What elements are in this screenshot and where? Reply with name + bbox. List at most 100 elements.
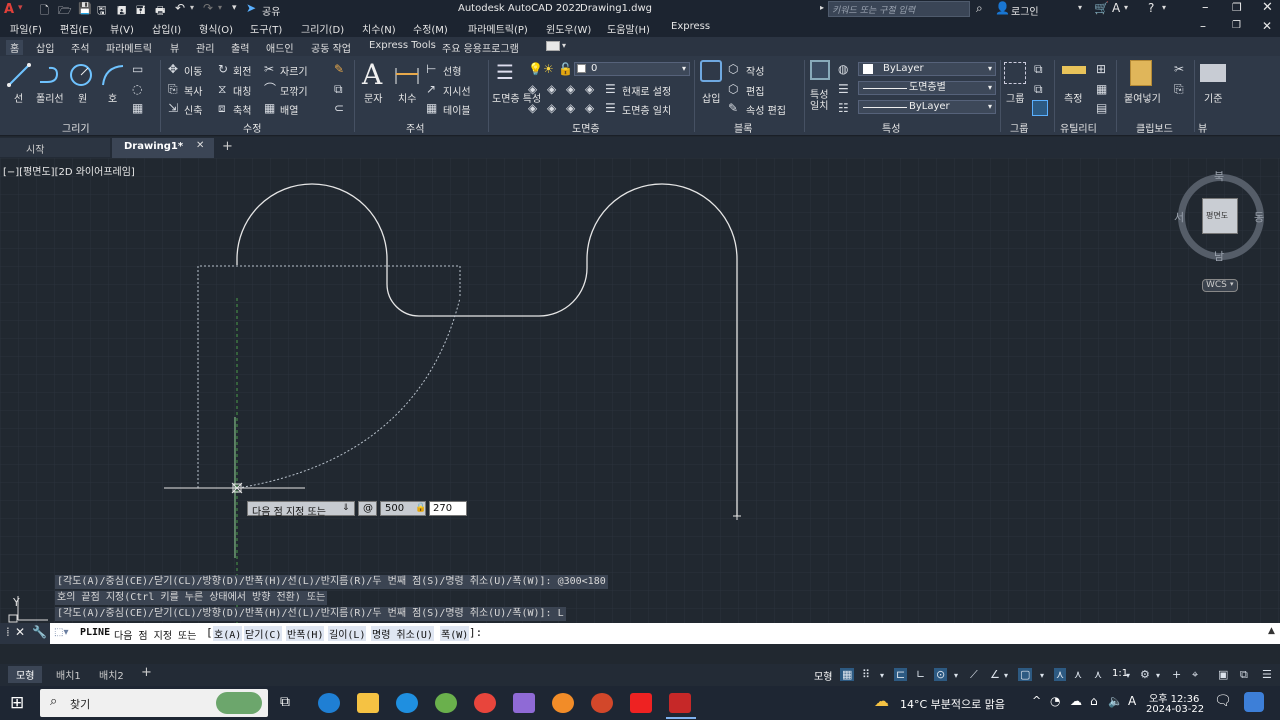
network-icon[interactable]: ⌂	[1090, 694, 1098, 708]
linear-label[interactable]: 선형	[443, 63, 461, 78]
clipboard-panel-title[interactable]: 클립보드	[1136, 120, 1173, 135]
fillet-label[interactable]: 모깎기	[280, 83, 308, 98]
menu-window[interactable]: 윈도우(W)	[546, 21, 591, 36]
polyline-label[interactable]: 폴리선	[36, 90, 64, 105]
tab-insert[interactable]: 삽입	[36, 40, 54, 55]
ortho-icon[interactable]: ∟	[916, 668, 925, 681]
tab-addins[interactable]: 애드인	[266, 40, 294, 55]
menu-parametric[interactable]: 파라메트릭(P)	[468, 21, 528, 36]
tab-view[interactable]: 뷰	[170, 40, 179, 55]
autocad-taskbar-icon[interactable]	[669, 693, 691, 713]
tray-app-icon[interactable]: ◔	[1050, 694, 1060, 708]
clock-time[interactable]: 오후 12:36	[1149, 690, 1199, 705]
layer-unisolate-icon[interactable]: ◈	[528, 102, 537, 114]
ime-label[interactable]: A	[1128, 694, 1136, 708]
tab-collaborate[interactable]: 공동 작업	[311, 40, 351, 55]
attr-edit-label[interactable]: 속성 편집	[746, 102, 786, 117]
polyline-icon[interactable]	[37, 62, 63, 88]
taskbar-search-box[interactable]: ⌕ 찾기	[40, 689, 268, 717]
circle-label[interactable]: 원	[78, 90, 87, 105]
hatch-icon[interactable]: ◌	[132, 83, 142, 95]
doc-close-icon[interactable]: ✕	[1262, 19, 1272, 33]
edit-block-icon[interactable]: ⬡	[728, 83, 738, 95]
internet-explorer-icon[interactable]	[396, 693, 418, 713]
linetype-dropdown[interactable]: 도면층별 ▾	[858, 81, 996, 95]
edit-label[interactable]: 편집	[746, 83, 764, 98]
id-point-icon[interactable]: ▤	[1096, 102, 1107, 114]
modify-panel-title[interactable]: 수정	[243, 120, 261, 135]
a360-dropdown-icon[interactable]: ▾	[1124, 3, 1128, 12]
file-explorer-icon[interactable]	[357, 693, 379, 713]
measure-icon[interactable]	[1062, 66, 1086, 74]
match-layer-label[interactable]: 도면층 일치	[622, 102, 671, 117]
match-properties-label[interactable]: 특성 일치	[810, 90, 830, 112]
block-panel-title[interactable]: 블록	[734, 120, 752, 135]
annotation-panel-title[interactable]: 주석	[406, 120, 424, 135]
tab-close-icon[interactable]: ✕	[196, 140, 204, 151]
offset-icon[interactable]: ⊂	[334, 102, 344, 114]
tray-onedrive-icon[interactable]: ☁	[1070, 694, 1082, 708]
tab-manage[interactable]: 관리	[196, 40, 214, 55]
qat-customize-icon[interactable]: ▾	[232, 3, 237, 13]
infer-constraints-icon[interactable]: ⊏	[894, 668, 908, 681]
object-snap-icon[interactable]: ▢	[1018, 668, 1033, 681]
search-icon[interactable]: ⌕	[976, 1, 983, 16]
drawing-tab[interactable]: Drawing1* ✕	[112, 138, 214, 158]
table-label[interactable]: 테이블	[443, 102, 471, 117]
move-label[interactable]: 이동	[184, 63, 202, 78]
app-icon[interactable]	[435, 693, 457, 713]
drawing-canvas[interactable]: [−][평면도][2D 와이어프레임] 평면도 북 남 동 서 WCS ▾ 다음…	[0, 158, 1280, 623]
cmd-option-length[interactable]: 길이(L)	[328, 626, 367, 641]
auto-scale-icon[interactable]: ⋏	[1074, 668, 1082, 681]
cmd-prompt-icon[interactable]: ⬚▾	[54, 627, 68, 638]
quick-select-icon[interactable]: ⊞	[1096, 63, 1106, 75]
command-line[interactable]: ⁞ ✕ 🔧 ⬚▾ PLINE 다음 점 지정 또는 [ 호(A) 닫기(C) 반…	[0, 623, 1280, 644]
powerpoint-icon[interactable]	[591, 693, 613, 713]
table-icon[interactable]: ▦	[426, 102, 437, 114]
layer-unlock-icon[interactable]: 🔓	[558, 63, 573, 75]
restore-icon[interactable]: ❐	[1232, 1, 1242, 14]
cmd-option-halfwidth[interactable]: 반폭(H)	[286, 626, 325, 641]
layer-properties-icon[interactable]: ☰	[496, 60, 514, 84]
dynamic-length-field[interactable]: 500 🔒	[380, 501, 426, 516]
notification-icon[interactable]: 🗨	[1214, 693, 1232, 709]
layer-thaw-all-icon[interactable]: ◈	[547, 102, 556, 114]
group-selection-icon[interactable]	[1032, 100, 1048, 116]
share-label[interactable]: 공유	[262, 3, 280, 18]
snap-dropdown-icon[interactable]: ▾	[880, 671, 884, 680]
windows-start-icon[interactable]: ⊞	[10, 693, 24, 713]
copy-clip-icon[interactable]: ⎘	[1174, 83, 1184, 95]
properties-panel-title[interactable]: 특성	[882, 120, 900, 135]
isodraft-icon[interactable]: ⟋	[970, 668, 978, 682]
draw-panel-title[interactable]: 그리기	[62, 120, 90, 135]
mirror-icon[interactable]: ⧖	[218, 83, 226, 95]
lineweight-icon[interactable]: ☰	[838, 83, 849, 95]
model-space-button[interactable]: 모형	[814, 668, 832, 683]
tray-chevron-icon[interactable]: ^	[1032, 694, 1041, 707]
fillet-icon[interactable]: ⌒	[264, 83, 276, 95]
chrome-icon[interactable]	[474, 693, 496, 713]
match-properties-icon[interactable]	[810, 60, 830, 80]
tab-layout1[interactable]: 배치1	[56, 667, 81, 682]
cmd-history-expand-icon[interactable]: ▲	[1268, 626, 1275, 636]
tab-layout2[interactable]: 배치2	[99, 667, 124, 682]
viewcube-north[interactable]: 북	[1214, 168, 1224, 184]
cmd-option-undo[interactable]: 명령 취소(U)	[371, 626, 434, 641]
viewcube-south[interactable]: 남	[1214, 248, 1224, 264]
redo-dropdown-icon[interactable]: ▾	[218, 3, 222, 12]
line-icon[interactable]	[6, 62, 32, 88]
base-view-icon[interactable]	[1200, 64, 1226, 82]
menu-express[interactable]: Express	[671, 21, 710, 32]
group-icon[interactable]	[1004, 62, 1026, 84]
share-icon[interactable]: ➤	[246, 1, 256, 15]
erase-icon[interactable]: ✎	[334, 63, 344, 75]
tab-parametric[interactable]: 파라메트릭	[106, 40, 152, 55]
group-edit-icon[interactable]: ⧉	[1034, 83, 1043, 95]
annotation-monitor-icon[interactable]: +	[1172, 668, 1181, 681]
scale-dropdown-icon[interactable]: ▾	[1126, 671, 1130, 680]
group-label[interactable]: 그룹	[1006, 90, 1024, 105]
color-dropdown[interactable]: ByLayer ▾	[858, 62, 996, 76]
menu-modify[interactable]: 수정(M)	[413, 21, 448, 36]
layer-on-icon[interactable]: 💡	[528, 63, 543, 75]
menu-file[interactable]: 파일(F)	[10, 21, 42, 36]
